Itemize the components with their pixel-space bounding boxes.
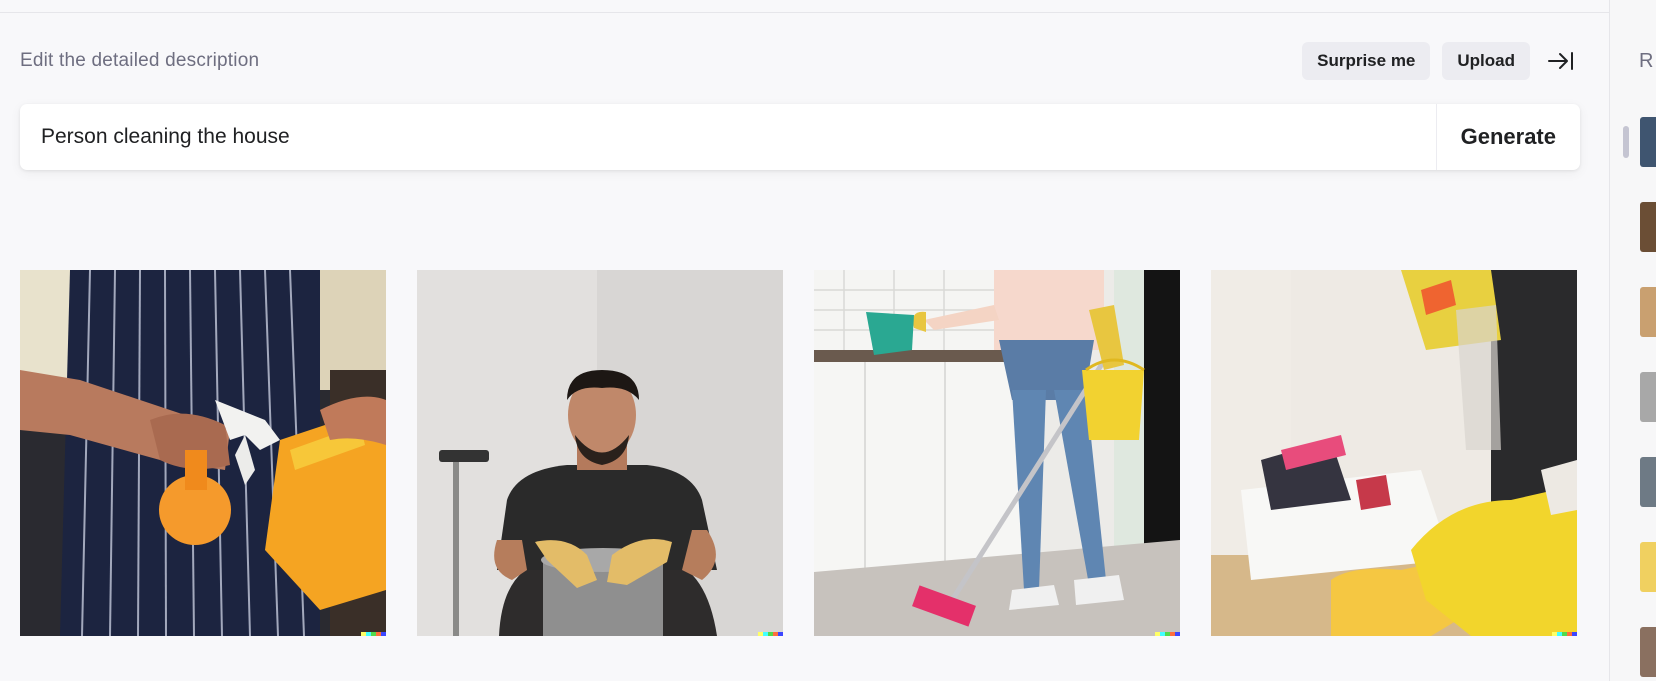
history-thumb[interactable]	[1640, 202, 1656, 252]
signature-swatch	[381, 632, 386, 636]
signature-mark	[1552, 632, 1577, 636]
result-image-3-art	[814, 270, 1180, 636]
generate-button[interactable]: Generate	[1435, 104, 1580, 170]
sidebar-scrollbar[interactable]	[1623, 126, 1629, 158]
results-grid	[20, 270, 1580, 636]
header-row: Edit the detailed description Surprise m…	[20, 42, 1580, 82]
sidebar-title: R	[1639, 50, 1654, 72]
history-thumb[interactable]	[1640, 372, 1656, 422]
prompt-input[interactable]	[20, 104, 1436, 170]
signature-mark	[361, 632, 386, 636]
main-panel: Edit the detailed description Surprise m…	[20, 0, 1580, 681]
arrow-right-to-line-icon	[1548, 52, 1573, 70]
collapse-sidebar-button[interactable]	[1542, 42, 1580, 80]
signature-swatch	[1175, 632, 1180, 636]
page-subtitle: Edit the detailed description	[20, 50, 260, 71]
result-image-1-art	[20, 270, 386, 636]
result-image-4-art	[1211, 270, 1577, 636]
signature-swatch	[1572, 632, 1577, 636]
history-thumb[interactable]	[1640, 542, 1656, 592]
result-image-1[interactable]	[20, 270, 386, 636]
header-actions: Surprise me Upload	[1302, 42, 1580, 80]
signature-swatch	[778, 632, 783, 636]
history-thumb[interactable]	[1640, 117, 1656, 167]
result-image-4[interactable]	[1211, 270, 1577, 636]
result-image-3[interactable]	[814, 270, 1180, 636]
history-thumb[interactable]	[1640, 287, 1656, 337]
surprise-me-button[interactable]: Surprise me	[1302, 42, 1431, 80]
signature-mark	[1155, 632, 1180, 636]
history-sidebar: R	[1609, 0, 1656, 681]
upload-button[interactable]: Upload	[1442, 42, 1530, 80]
signature-mark	[758, 632, 783, 636]
history-thumb[interactable]	[1640, 457, 1656, 507]
result-image-2[interactable]	[417, 270, 783, 636]
prompt-bar: Generate	[20, 104, 1580, 170]
result-image-2-art	[417, 270, 783, 636]
history-thumb[interactable]	[1640, 627, 1656, 677]
